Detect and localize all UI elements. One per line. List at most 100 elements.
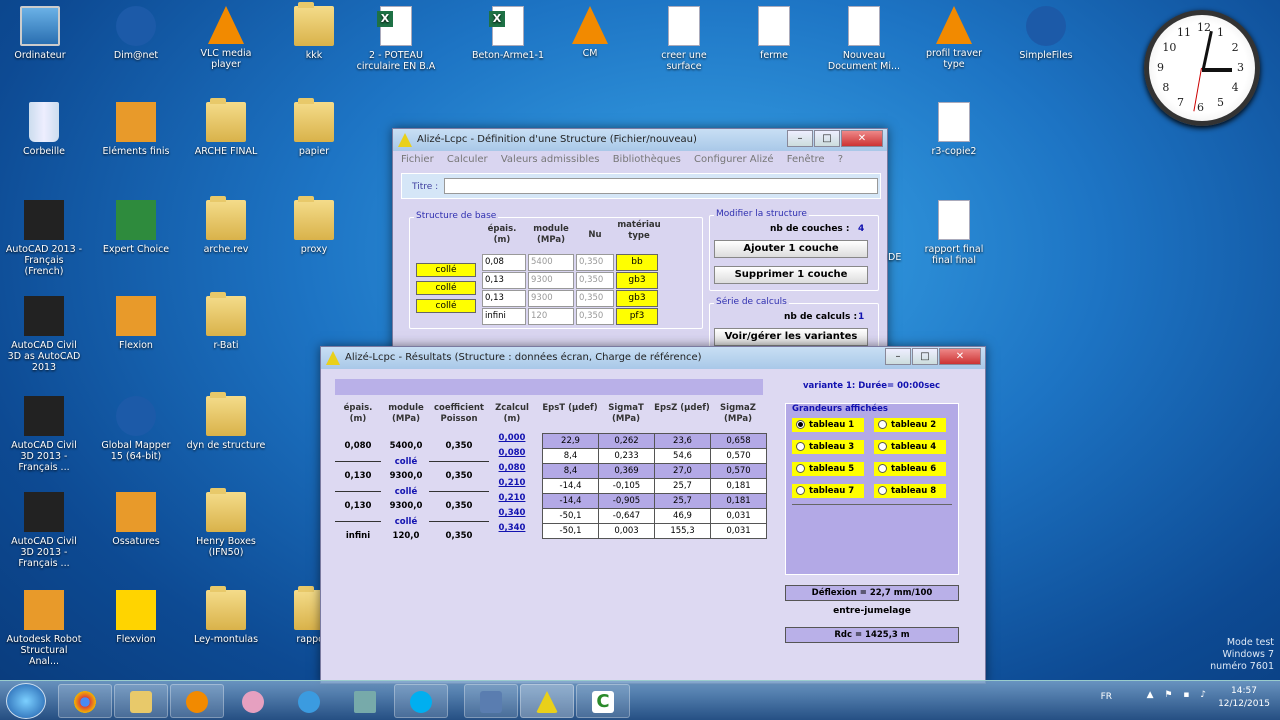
clock-hand bbox=[1202, 68, 1232, 72]
window-taskbar-button[interactable] bbox=[464, 684, 518, 718]
desktop-icon[interactable]: Ossatures bbox=[96, 492, 176, 547]
desktop-icon[interactable]: Autodesk Robot Structural Anal... bbox=[4, 590, 84, 667]
material-button[interactable]: bb bbox=[616, 254, 658, 271]
close-button[interactable]: ✕ bbox=[841, 130, 883, 147]
desktop-icon[interactable]: r3-copie2 bbox=[914, 102, 994, 157]
desktop-icon[interactable]: Corbeille bbox=[4, 102, 84, 157]
menu-help[interactable]: ? bbox=[838, 154, 843, 165]
desktop-icon[interactable]: ferme bbox=[734, 6, 814, 61]
tableau-radio[interactable]: tableau 5 bbox=[792, 462, 864, 476]
nu-field[interactable]: 0,350 bbox=[576, 290, 614, 307]
menu-valeurs-admissibles[interactable]: Valeurs admissibles bbox=[501, 154, 600, 165]
desktop-icon[interactable]: r-Bati bbox=[186, 292, 266, 351]
interface-button[interactable]: collé bbox=[416, 263, 476, 277]
desktop-icon[interactable]: kkk bbox=[274, 2, 354, 61]
tableau-radio[interactable]: tableau 8 bbox=[874, 484, 946, 498]
desktop-icon[interactable]: VLC media player bbox=[186, 6, 266, 70]
clock-gadget[interactable]: 12 1 2 3 4 5 6 7 8 9 10 11 bbox=[1144, 10, 1260, 126]
epais-field[interactable]: 0,13 bbox=[482, 272, 526, 289]
tableau-radio[interactable]: tableau 7 bbox=[792, 484, 864, 498]
desktop-icon[interactable]: AutoCAD Civil 3D as AutoCAD 2013 bbox=[4, 296, 84, 373]
material-button[interactable]: gb3 bbox=[616, 272, 658, 289]
alize-taskbar-button[interactable] bbox=[520, 684, 574, 718]
module-field[interactable]: 5400 bbox=[528, 254, 574, 271]
desktop-icon[interactable]: rapport final final final bbox=[914, 200, 994, 266]
desktop-icon[interactable]: papier bbox=[274, 98, 354, 157]
pen-taskbar-button[interactable] bbox=[338, 684, 392, 718]
desktop-icon[interactable]: SimpleFiles bbox=[1006, 6, 1086, 61]
module-field[interactable]: 9300 bbox=[528, 272, 574, 289]
results-window[interactable]: Alizé-Lcpc - Résultats (Structure : donn… bbox=[320, 346, 986, 684]
interface-label: collé bbox=[394, 457, 418, 467]
interface-button[interactable]: collé bbox=[416, 299, 476, 313]
epais-field[interactable]: 0,08 bbox=[482, 254, 526, 271]
window-titlebar[interactable]: Alizé-Lcpc - Résultats (Structure : donn… bbox=[321, 347, 985, 369]
minimize-button[interactable]: – bbox=[885, 348, 911, 365]
menu-bibliotheques[interactable]: Bibliothèques bbox=[613, 154, 681, 165]
tableau-radio[interactable]: tableau 6 bbox=[874, 462, 946, 476]
start-button[interactable] bbox=[6, 683, 46, 719]
maximize-button[interactable]: □ bbox=[912, 348, 938, 365]
desktop-icon[interactable]: Flexvion bbox=[96, 590, 176, 645]
epais-field[interactable]: 0,13 bbox=[482, 290, 526, 307]
nu-field[interactable]: 0,350 bbox=[576, 254, 614, 271]
language-indicator[interactable]: FR bbox=[1101, 691, 1112, 704]
desktop-icon[interactable]: dyn de structure bbox=[186, 392, 266, 451]
interface-button[interactable]: collé bbox=[416, 281, 476, 295]
desktop-icon[interactable]: Nouveau Document Mi... bbox=[824, 6, 904, 72]
tableau-radio[interactable]: tableau 4 bbox=[874, 440, 946, 454]
menu-fichier[interactable]: Fichier bbox=[401, 154, 434, 165]
desktop-icon[interactable]: CM bbox=[550, 6, 630, 59]
desktop-icon[interactable]: profil traver type bbox=[914, 6, 994, 70]
tray-icons[interactable]: ▲ ⚑ ▪ ♪ bbox=[1130, 689, 1210, 702]
tableau-radio[interactable]: tableau 3 bbox=[792, 440, 864, 454]
tableau-radio[interactable]: tableau 2 bbox=[874, 418, 946, 432]
desktop-icon[interactable]: AutoCAD Civil 3D 2013 - Français ... bbox=[4, 396, 84, 473]
epais-field[interactable]: infini bbox=[482, 308, 526, 325]
material-button[interactable]: gb3 bbox=[616, 290, 658, 307]
tableau-radio[interactable]: tableau 1 bbox=[792, 418, 864, 432]
tray-clock[interactable]: 14:57 12/12/2015 bbox=[1216, 685, 1272, 711]
maximize-button[interactable]: □ bbox=[814, 130, 840, 147]
module-field[interactable]: 9300 bbox=[528, 290, 574, 307]
desktop-icon[interactable]: Eléments finis bbox=[96, 102, 176, 157]
desktop-icon[interactable]: creer une surface bbox=[644, 6, 724, 72]
add-layer-button[interactable]: Ajouter 1 couche bbox=[714, 240, 868, 258]
explorer-taskbar-button[interactable] bbox=[114, 684, 168, 718]
paint-taskbar-button[interactable] bbox=[226, 684, 280, 718]
desktop-icon[interactable]: Beton-Arme1-1 bbox=[468, 6, 548, 61]
alize-app-icon bbox=[398, 133, 412, 147]
nu-field[interactable]: 0,350 bbox=[576, 308, 614, 325]
remove-layer-button[interactable]: Supprimer 1 couche bbox=[714, 266, 868, 284]
desktop-icon[interactable]: ARCHE FINAL bbox=[186, 98, 266, 157]
material-button[interactable]: pf3 bbox=[616, 308, 658, 325]
titre-input[interactable] bbox=[444, 178, 878, 194]
ie-taskbar-button[interactable] bbox=[282, 684, 336, 718]
desktop-icon[interactable]: Henry Boxes (IFN50) bbox=[186, 488, 266, 558]
menu-configurer-alize[interactable]: Configurer Alizé bbox=[694, 154, 774, 165]
skype-taskbar-button[interactable] bbox=[394, 684, 448, 718]
close-button[interactable]: ✕ bbox=[939, 348, 981, 365]
desktop-icon[interactable]: Flexion bbox=[96, 296, 176, 351]
variants-button[interactable]: Voir/gérer les variantes bbox=[714, 328, 868, 346]
minimize-button[interactable]: – bbox=[787, 130, 813, 147]
desktop-icon[interactable]: Global Mapper 15 (64-bit) bbox=[96, 396, 176, 462]
desktop-icon[interactable]: proxy bbox=[274, 196, 354, 255]
nu-field[interactable]: 0,350 bbox=[576, 272, 614, 289]
desktop-icon[interactable]: Dim@net bbox=[96, 6, 176, 61]
module-field[interactable]: 120 bbox=[528, 308, 574, 325]
media-player-taskbar-button[interactable] bbox=[170, 684, 224, 718]
desktop-icon[interactable]: AutoCAD Civil 3D 2013 - Français ... bbox=[4, 492, 84, 569]
c-app-taskbar-button[interactable]: C bbox=[576, 684, 630, 718]
desktop-icon[interactable]: Ley-montulas bbox=[186, 586, 266, 645]
desktop-icon[interactable]: 2 - POTEAU circulaire EN B.A bbox=[356, 6, 436, 72]
desktop-icon[interactable]: Expert Choice bbox=[96, 200, 176, 255]
menu-calculer[interactable]: Calculer bbox=[447, 154, 488, 165]
desktop-icon[interactable]: arche.rev bbox=[186, 196, 266, 255]
desktop-icon[interactable]: Ordinateur bbox=[0, 6, 80, 61]
desktop-icon[interactable]: AutoCAD 2013 - Français (French) bbox=[4, 200, 84, 277]
structure-definition-window[interactable]: Alizé-Lcpc - Définition d'une Structure … bbox=[392, 128, 888, 353]
menu-fenetre[interactable]: Fenêtre bbox=[787, 154, 825, 165]
chrome-taskbar-button[interactable] bbox=[58, 684, 112, 718]
window-titlebar[interactable]: Alizé-Lcpc - Définition d'une Structure … bbox=[393, 129, 887, 151]
